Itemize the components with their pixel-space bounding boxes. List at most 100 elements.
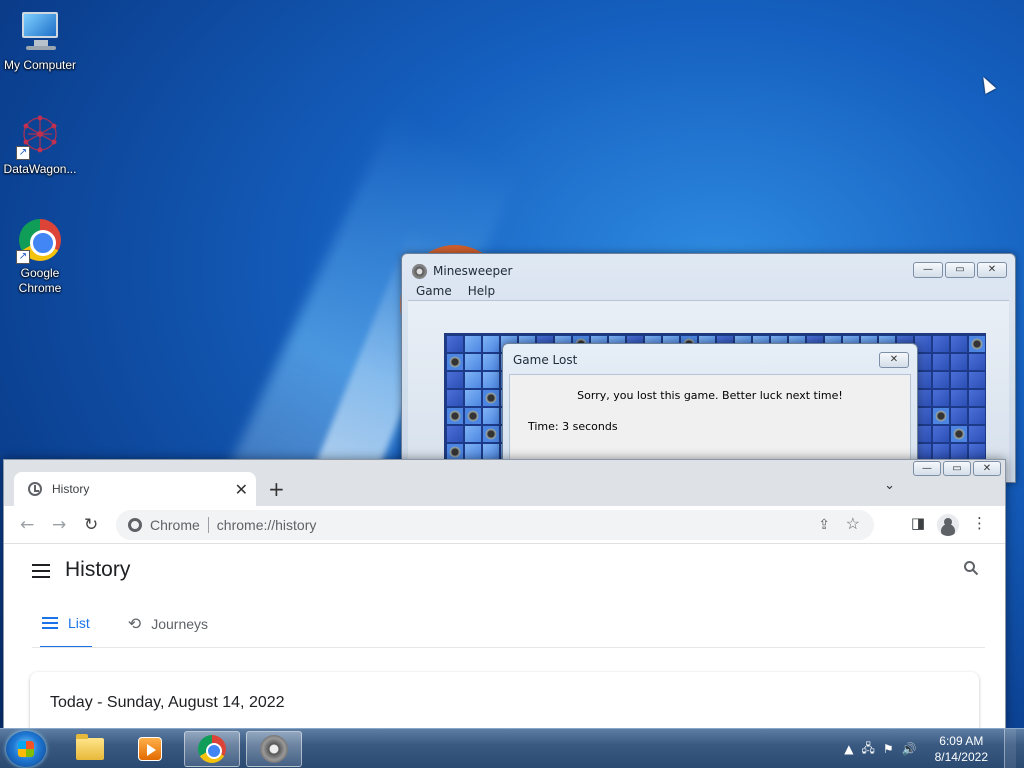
grid-cell[interactable]: [464, 353, 482, 371]
grid-cell[interactable]: [968, 389, 986, 407]
list-icon: [42, 617, 58, 629]
grid-cell[interactable]: [482, 371, 500, 389]
grid-cell[interactable]: [950, 407, 968, 425]
grid-cell[interactable]: [446, 389, 464, 407]
start-button[interactable]: [6, 731, 46, 767]
minimize-button[interactable]: —: [913, 262, 943, 278]
bookmark-star-icon[interactable]: ☆: [846, 514, 860, 534]
monitor-icon: [16, 8, 64, 56]
grid-cell[interactable]: [932, 371, 950, 389]
taskbar: ▲ 🖧 ⚑ 🔊 6:09 AM 8/14/2022: [0, 728, 1024, 768]
maximize-button[interactable]: ▭: [943, 461, 971, 476]
tab-label: List: [68, 615, 90, 631]
volume-icon[interactable]: 🔊: [902, 742, 917, 756]
grid-cell[interactable]: [482, 353, 500, 371]
menu-help[interactable]: Help: [468, 284, 495, 298]
taskbar-chrome[interactable]: [184, 731, 240, 767]
grid-cell[interactable]: [968, 371, 986, 389]
side-panel-icon[interactable]: ◨: [911, 514, 925, 532]
network-icon[interactable]: 🖧: [862, 739, 875, 760]
minimize-button[interactable]: —: [913, 461, 941, 476]
history-page: History List ⟲ Journeys Today - Sunday, …: [4, 544, 1005, 728]
menu-bar: Game Help: [408, 284, 495, 298]
mouse-cursor-icon: [977, 74, 997, 94]
grid-cell[interactable]: [950, 389, 968, 407]
share-icon[interactable]: ⇪: [818, 516, 830, 533]
dialog-message: Sorry, you lost this game. Better luck n…: [577, 389, 843, 402]
show-desktop-button[interactable]: [1004, 729, 1016, 768]
desktop-icon-label: My Computer: [3, 58, 77, 72]
profile-avatar-icon[interactable]: [937, 514, 959, 536]
tab-journeys[interactable]: ⟲ Journeys: [126, 614, 210, 648]
url-text[interactable]: chrome://history: [217, 517, 317, 533]
chrome-icon: [198, 735, 226, 763]
mine-cell[interactable]: [932, 407, 950, 425]
grid-cell[interactable]: [968, 353, 986, 371]
grid-cell[interactable]: [968, 407, 986, 425]
minesweeper-icon: [412, 263, 427, 279]
taskbar-explorer[interactable]: [62, 731, 118, 767]
tab-close-icon[interactable]: ✕: [235, 480, 248, 500]
grid-cell[interactable]: [932, 335, 950, 353]
action-center-flag-icon[interactable]: ⚑: [883, 742, 894, 756]
minesweeper-titlebar[interactable]: Minesweeper: [412, 262, 512, 280]
grid-cell[interactable]: [932, 425, 950, 443]
kebab-menu-icon[interactable]: ⋮: [972, 514, 987, 532]
grid-cell[interactable]: [464, 389, 482, 407]
grid-cell[interactable]: [464, 335, 482, 353]
mine-cell[interactable]: [482, 389, 500, 407]
search-icon[interactable]: [963, 560, 979, 576]
chrome-icon: ↗: [16, 216, 64, 264]
grid-cell[interactable]: [482, 335, 500, 353]
mine-cell[interactable]: [446, 353, 464, 371]
mine-cell[interactable]: [464, 407, 482, 425]
desktop-icon-google-chrome[interactable]: ↗ Google Chrome: [0, 216, 80, 296]
forward-arrow-icon[interactable]: →: [52, 515, 66, 535]
grid-cell[interactable]: [446, 425, 464, 443]
dialog-title: Game Lost: [513, 353, 578, 367]
grid-cell[interactable]: [950, 335, 968, 353]
grid-cell[interactable]: [464, 371, 482, 389]
history-tabs: List ⟲ Journeys: [40, 614, 210, 648]
maximize-button[interactable]: ▭: [945, 262, 975, 278]
grid-cell[interactable]: [950, 371, 968, 389]
close-button[interactable]: ✕: [977, 262, 1007, 278]
desktop-icon-label: DataWagon...: [3, 162, 77, 176]
grid-cell[interactable]: [968, 425, 986, 443]
menu-game[interactable]: Game: [416, 284, 452, 298]
system-tray: ▲ 🖧 ⚑ 🔊 6:09 AM 8/14/2022: [844, 729, 1024, 768]
omnibox-separator: [207, 517, 209, 533]
shortcut-arrow-icon: ↗: [16, 146, 30, 160]
address-bar[interactable]: Chrome chrome://history ⇪ ☆: [116, 510, 874, 540]
tab-history[interactable]: History ✕: [14, 472, 256, 506]
reload-icon[interactable]: ↻: [84, 515, 98, 535]
mine-cell[interactable]: [446, 407, 464, 425]
grid-cell[interactable]: [464, 425, 482, 443]
grid-cell[interactable]: [446, 371, 464, 389]
grid-cell[interactable]: [446, 335, 464, 353]
tab-list[interactable]: List: [40, 614, 92, 648]
clock[interactable]: 6:09 AM 8/14/2022: [935, 733, 988, 765]
molecule-icon: ↗: [16, 112, 64, 160]
tabs-divider: [32, 647, 985, 648]
chrome-window[interactable]: — ▭ ✕ History ✕ + ⌄ ← → ↻ Chrome chrome:…: [3, 459, 1006, 729]
desktop-icon-datawagon[interactable]: ↗ DataWagon...: [0, 112, 80, 177]
grid-cell[interactable]: [932, 389, 950, 407]
show-hidden-icons-icon[interactable]: ▲: [844, 742, 853, 756]
mine-cell[interactable]: [968, 335, 986, 353]
dialog-close-button[interactable]: ✕: [879, 352, 909, 368]
grid-cell[interactable]: [932, 353, 950, 371]
back-arrow-icon[interactable]: ←: [20, 515, 34, 535]
taskbar-media-player[interactable]: [122, 731, 178, 767]
new-tab-button[interactable]: +: [268, 477, 285, 501]
taskbar-minesweeper[interactable]: [246, 731, 302, 767]
grid-cell[interactable]: [950, 353, 968, 371]
desktop-icon-my-computer[interactable]: My Computer: [0, 8, 80, 73]
tab-search-dropdown[interactable]: ⌄: [884, 478, 895, 493]
grid-cell[interactable]: [482, 407, 500, 425]
mine-cell[interactable]: [482, 425, 500, 443]
tab-label: Journeys: [151, 616, 209, 632]
hamburger-menu-icon[interactable]: [32, 564, 50, 578]
close-button[interactable]: ✕: [973, 461, 1001, 476]
mine-cell[interactable]: [950, 425, 968, 443]
